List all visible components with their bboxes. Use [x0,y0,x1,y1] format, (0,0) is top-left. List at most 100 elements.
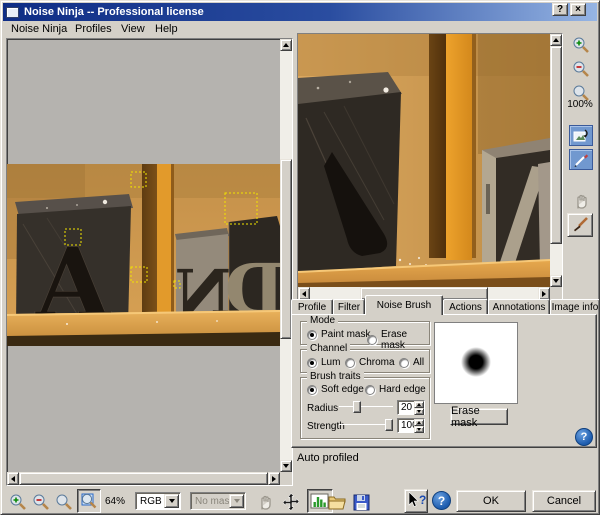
app-icon [6,6,19,18]
zoom-region-icon [81,493,97,509]
scroll-down-button[interactable] [280,460,292,472]
open-folder-icon [328,496,346,509]
scroll-left-button[interactable] [7,472,19,485]
radio-paint-mask[interactable]: Paint mask [307,329,370,340]
arrow-left-icon [302,290,306,297]
radius-label: Radius [307,403,339,414]
dropdown-arrow-icon [168,499,175,503]
slider-handle[interactable] [353,401,361,413]
dropdown-button [229,494,244,508]
compare-image-icon [573,128,588,141]
titlebar-help-button[interactable]: ? [552,3,568,16]
radio-hard-edge[interactable]: Hard edge [365,384,426,395]
pan-tool-button[interactable] [571,191,591,211]
spin-down-button[interactable] [414,408,424,415]
preview-vscroll[interactable] [550,34,562,287]
arrow-left-icon [11,475,15,482]
tab-image-info[interactable]: Image info [550,299,599,315]
mask-select: No mask [190,492,246,510]
ok-button[interactable]: OK [456,490,526,512]
strength-slider[interactable] [339,419,393,431]
help-button[interactable]: ? [432,491,451,510]
radius-spinbox[interactable]: 20 [397,400,425,415]
viewer-zoom-level: 64% [104,496,125,507]
noise-brush-tool-button[interactable] [567,213,593,237]
scroll-up-button[interactable] [280,39,292,51]
strength-spinbox[interactable]: 100 [397,418,425,433]
panel-help-button[interactable]: ? [575,428,593,446]
channel-select[interactable]: RGB [135,492,181,510]
profile-pen-button[interactable] [569,149,593,170]
radio-erase-mask[interactable]: Erase mask [367,329,429,351]
tab-noise-brush[interactable]: Noise Brush [365,295,443,315]
dropdown-button[interactable] [164,494,179,508]
zoom-out-icon [33,494,49,510]
arrow-up-icon [417,403,421,406]
radio-lum[interactable]: Lum [307,357,340,368]
close-button[interactable]: × [570,3,586,16]
spin-up-button[interactable] [414,419,424,426]
pan-tool-button[interactable] [254,491,276,513]
scroll-down-button[interactable] [550,275,562,287]
erase-mask-button[interactable]: Erase mask [450,405,508,429]
radio-icon [345,357,355,368]
image-canvas[interactable]: A N D [7,39,280,472]
radio-icon [307,329,317,340]
slider-track [339,406,393,407]
tab-profile[interactable]: Profile [291,299,333,315]
zoom-region-button[interactable] [77,489,101,513]
whats-this-icon: ? [408,491,426,507]
zoom-in-button[interactable] [570,34,592,56]
menu-help[interactable]: Help [153,23,180,35]
magnifier-icon [56,494,72,510]
cancel-button[interactable]: Cancel [532,490,596,512]
move-icon [282,493,300,511]
zoom-fit-button[interactable] [53,491,75,513]
menu-view[interactable]: View [119,23,147,35]
tabbar: Profile Filter Noise Brush Actions Annot… [291,295,599,315]
slider-handle[interactable] [385,419,393,431]
channel-group: Channel Lum Chroma All [300,343,430,373]
titlebar[interactable]: Noise Ninja -- Professional license [3,3,597,21]
pan-hand-icon [261,495,271,510]
radio-chroma[interactable]: Chroma [345,357,395,368]
radio-soft-edge[interactable]: Soft edge [307,384,364,395]
scroll-right-button[interactable] [268,472,280,485]
bottom-toolbar: 64% RGB No mask ? ? OK Cancel [1,487,599,514]
radius-slider[interactable] [339,401,393,413]
compare-preview-button[interactable] [569,125,593,146]
menu-profiles[interactable]: Profiles [73,23,114,35]
viewer-hscroll[interactable] [7,472,280,485]
spin-up-button[interactable] [414,401,424,408]
brush-blob [435,323,517,403]
tab-filter[interactable]: Filter [333,299,365,315]
brush-preview [434,322,518,404]
zoom-in-button[interactable] [7,491,29,513]
tab-annotations[interactable]: Annotations [488,299,550,315]
arrow-up-icon [283,43,289,47]
scroll-thumb[interactable] [19,472,268,485]
zoom-preview-canvas[interactable] [298,34,550,287]
photo-letterpress-overview: A N D [7,164,280,346]
brush-icon [574,217,588,232]
whats-this-button[interactable]: ? [404,489,428,513]
save-file-button[interactable] [350,491,372,513]
mode-group-title: Mode [307,315,339,326]
zoom-out-button[interactable] [570,58,592,80]
scroll-corner [280,472,292,485]
arrow-down-icon [553,279,559,283]
scroll-up-button[interactable] [550,34,562,46]
brush-traits-group: Brush traits Soft edge Hard edge Radius … [300,371,430,439]
zoom-in-icon [573,37,589,53]
radio-all[interactable]: All [399,357,424,368]
open-file-button[interactable] [326,492,348,512]
move-tool-button[interactable] [280,491,302,513]
arrow-right-icon [542,290,546,297]
menu-noise-ninja[interactable]: Noise Ninja [9,23,69,35]
zoom-out-button[interactable] [30,491,52,513]
dropdown-arrow-icon [233,499,240,503]
tab-actions[interactable]: Actions [443,299,488,315]
spin-down-button[interactable] [414,426,424,433]
pen-icon [574,153,589,167]
scroll-thumb[interactable] [550,46,562,244]
